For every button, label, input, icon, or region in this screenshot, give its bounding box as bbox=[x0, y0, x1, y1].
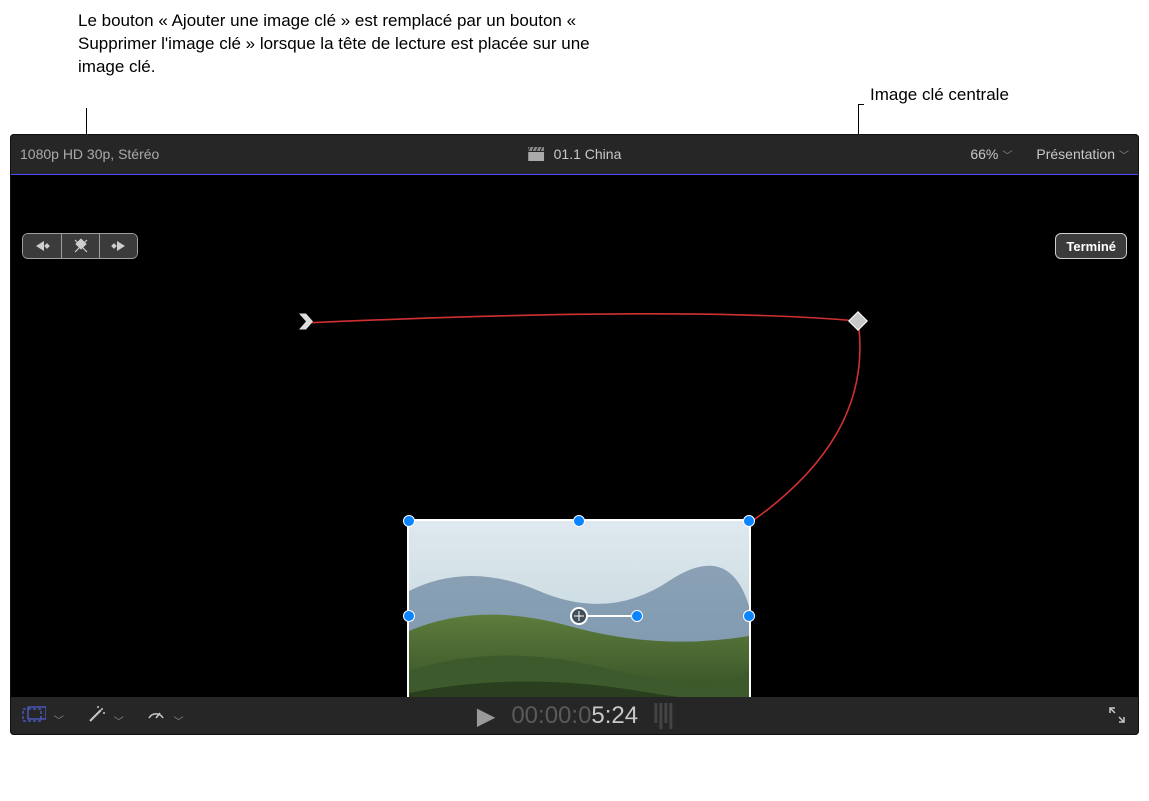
play-icon: ▶ bbox=[477, 702, 495, 731]
clip-bounds-icon[interactable]: ﹀ bbox=[22, 706, 64, 727]
viewer-topbar: 1080p HD 30p, Stéréo 01.1 China 66%﹀ Pré… bbox=[10, 134, 1139, 174]
annotation-center-kf: Image clé centrale bbox=[870, 84, 1009, 107]
clip-title: 01.1 China bbox=[528, 146, 622, 162]
zoom-popup[interactable]: 66%﹀ bbox=[970, 146, 1012, 162]
timecode-display[interactable]: ▶ 00:00:05:24 bbox=[477, 702, 672, 731]
prev-keyframe-button[interactable] bbox=[23, 234, 61, 258]
start-keyframe-icon[interactable] bbox=[299, 314, 313, 333]
annotation-delete-kf: Le bouton « Ajouter une image clé » est … bbox=[78, 10, 618, 79]
resize-handle-mr[interactable] bbox=[743, 610, 755, 622]
chevron-down-icon: ﹀ bbox=[114, 717, 124, 728]
viewer-bottombar: ﹀ ﹀ ﹀ ▶ 00:00:05:24 bbox=[10, 697, 1139, 735]
timecode-dim: 00:00:0 bbox=[511, 702, 591, 729]
rotation-arm bbox=[587, 615, 635, 617]
next-keyframe-button[interactable] bbox=[99, 234, 137, 258]
resize-handle-tl[interactable] bbox=[403, 515, 415, 527]
leader-line bbox=[858, 104, 864, 105]
resize-handle-tc[interactable] bbox=[573, 515, 585, 527]
viewer-window: 1080p HD 30p, Stéréo 01.1 China 66%﹀ Pré… bbox=[10, 134, 1139, 735]
skimmer-level-icon bbox=[654, 703, 672, 729]
resize-handle-ml[interactable] bbox=[403, 610, 415, 622]
clapperboard-icon bbox=[528, 147, 544, 161]
transform-frame[interactable] bbox=[407, 519, 751, 713]
chevron-down-icon: ﹀ bbox=[54, 716, 64, 727]
magic-wand-icon[interactable]: ﹀ bbox=[86, 705, 124, 728]
center-keyframe-handle[interactable] bbox=[848, 311, 868, 331]
clip-name: 01.1 China bbox=[554, 146, 622, 162]
retime-speed-icon[interactable]: ﹀ bbox=[146, 705, 184, 728]
fullscreen-icon[interactable] bbox=[1107, 705, 1127, 728]
viewer-canvas[interactable]: Terminé bbox=[10, 175, 1139, 697]
timecode-bright: 5:24 bbox=[591, 702, 638, 729]
done-button[interactable]: Terminé bbox=[1055, 233, 1127, 259]
chevron-down-icon: ﹀ bbox=[1002, 151, 1012, 162]
anchor-point[interactable] bbox=[570, 607, 588, 625]
chevron-down-icon: ﹀ bbox=[1119, 151, 1129, 162]
keyframe-nav bbox=[22, 233, 138, 259]
rotation-handle[interactable] bbox=[631, 610, 643, 622]
chevron-down-icon: ﹀ bbox=[174, 717, 184, 728]
view-menu[interactable]: Présentation﹀ bbox=[1036, 146, 1129, 162]
resize-handle-tr[interactable] bbox=[743, 515, 755, 527]
format-label: 1080p HD 30p, Stéréo bbox=[20, 146, 159, 162]
delete-keyframe-button[interactable] bbox=[61, 234, 99, 258]
